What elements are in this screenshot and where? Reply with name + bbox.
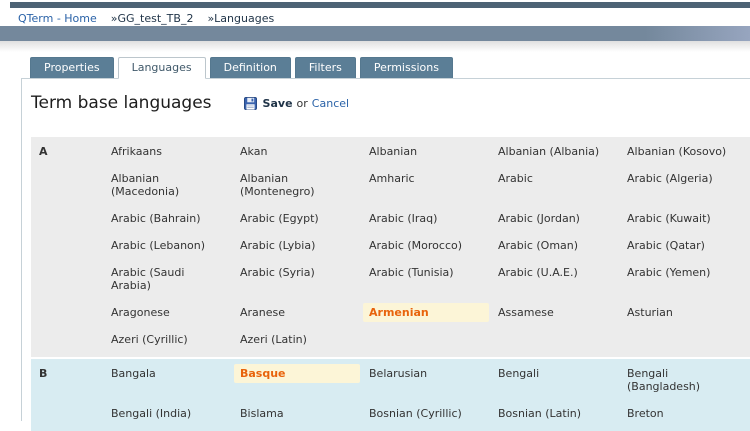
save-controls: Save or Cancel [244, 97, 350, 110]
save-button[interactable]: Save [263, 97, 293, 110]
language-cell[interactable]: Arabic (Lebanon) [105, 236, 231, 255]
language-cell[interactable]: Albanian (Kosovo) [621, 142, 747, 161]
cancel-link[interactable]: Cancel [312, 97, 349, 110]
tab-definition[interactable]: Definition [210, 57, 291, 78]
breadcrumb: QTerm - Home »GG_test_TB_2 »Languages [0, 8, 750, 26]
language-cell[interactable]: Arabic (Syria) [234, 263, 360, 282]
language-cell[interactable]: Arabic (Morocco) [363, 236, 489, 255]
breadcrumb-home-link[interactable]: QTerm - Home [18, 12, 97, 25]
language-cell[interactable]: Breton [621, 404, 747, 423]
language-cell[interactable]: Arabic [492, 169, 618, 188]
language-cell[interactable]: Arabic (Lybia) [234, 236, 360, 255]
tab-permissions[interactable]: Permissions [360, 57, 453, 78]
language-cell[interactable]: Azeri (Cyrillic) [105, 330, 231, 349]
language-cell[interactable]: Arabic (Qatar) [621, 236, 747, 255]
header-band [0, 26, 750, 41]
language-cell[interactable]: Armenian [363, 303, 489, 322]
breadcrumb-languages[interactable]: »Languages [207, 12, 274, 25]
language-cell[interactable]: Arabic (Kuwait) [621, 209, 747, 228]
tab-languages[interactable]: Languages [118, 57, 206, 79]
page-header-row: Term base languages Save or Cancel [31, 93, 750, 113]
language-cell[interactable]: Arabic (Egypt) [234, 209, 360, 228]
tab-bar: PropertiesLanguagesDefinitionFiltersPerm… [30, 57, 750, 78]
language-cell[interactable]: Bengali [492, 364, 618, 383]
header-fade [0, 41, 750, 52]
language-cell[interactable]: Aragonese [105, 303, 231, 322]
language-cell[interactable]: Belarusian [363, 364, 489, 383]
language-cell[interactable]: Bislama [234, 404, 360, 423]
language-cell[interactable]: Albanian (Albania) [492, 142, 618, 161]
language-cell[interactable]: Albanian [363, 142, 489, 161]
floppy-disk-icon [244, 97, 257, 110]
language-cell[interactable]: Arabic (Tunisia) [363, 263, 489, 282]
or-text: or [297, 97, 308, 110]
tab-properties[interactable]: Properties [30, 57, 114, 78]
language-cell[interactable]: Afrikaans [105, 142, 231, 161]
language-cell[interactable]: Aranese [234, 303, 360, 322]
letter-section-a: AAfrikaansAkanAlbanianAlbanian (Albania)… [31, 137, 750, 357]
language-cell[interactable]: Arabic (U.A.E.) [492, 263, 618, 282]
language-cell[interactable]: Arabic (Oman) [492, 236, 618, 255]
language-cell[interactable]: Bangala [105, 364, 231, 383]
content-panel: Term base languages Save or Cancel AAfri… [21, 78, 750, 421]
language-cell[interactable]: Akan [234, 142, 360, 161]
language-cell[interactable]: Albanian (Montenegro) [234, 169, 360, 201]
language-sections: AAfrikaansAkanAlbanianAlbanian (Albania)… [31, 137, 750, 431]
language-cell[interactable]: Arabic (Jordan) [492, 209, 618, 228]
language-cell[interactable]: Amharic [363, 169, 489, 188]
section-letter: A [39, 137, 111, 349]
language-cell[interactable]: Bosnian (Latin) [492, 404, 618, 423]
language-grid: BangalaBasqueBelarusianBengaliBengali (B… [105, 359, 750, 423]
section-letter: B [39, 359, 111, 423]
language-grid: AfrikaansAkanAlbanianAlbanian (Albania)A… [105, 137, 750, 349]
language-cell[interactable]: Azeri (Latin) [234, 330, 360, 349]
language-cell[interactable]: Basque [234, 364, 360, 383]
language-cell[interactable]: Bengali (India) [105, 404, 231, 423]
breadcrumb-termbase[interactable]: »GG_test_TB_2 [111, 12, 194, 25]
language-cell[interactable]: Assamese [492, 303, 618, 322]
language-cell[interactable]: Arabic (Bahrain) [105, 209, 231, 228]
tab-filters[interactable]: Filters [295, 57, 356, 78]
language-cell[interactable]: Bosnian (Cyrillic) [363, 404, 489, 423]
language-cell[interactable]: Asturian [621, 303, 747, 322]
language-cell[interactable]: Arabic (Saudi Arabia) [105, 263, 231, 295]
language-cell[interactable]: Arabic (Yemen) [621, 263, 747, 282]
page-title: Term base languages [31, 93, 212, 113]
letter-section-b: BBangalaBasqueBelarusianBengaliBengali (… [31, 359, 750, 431]
language-cell[interactable]: Albanian (Macedonia) [105, 169, 231, 201]
language-cell[interactable]: Arabic (Algeria) [621, 169, 747, 188]
language-cell[interactable]: Bengali (Bangladesh) [621, 364, 747, 396]
language-cell[interactable]: Arabic (Iraq) [363, 209, 489, 228]
